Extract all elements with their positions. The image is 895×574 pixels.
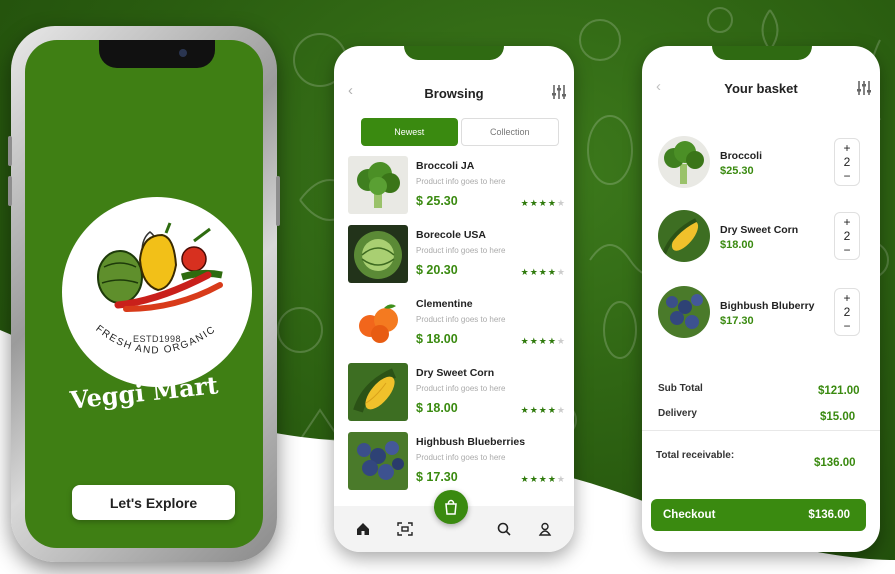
brand-logo: ESTD1998 FRESH AND ORGANIC: [62, 197, 252, 387]
browse-tabs: Newest Collection: [361, 118, 559, 146]
volume-button: [8, 136, 12, 166]
product-item[interactable]: Dry Sweet Corn Product info goes to here…: [348, 363, 568, 423]
corn-image: [348, 363, 408, 421]
filter-sliders-icon[interactable]: [551, 84, 567, 100]
rating-stars: ★★★★★: [520, 474, 566, 484]
subtotal-value: $121.00: [818, 385, 860, 397]
page-title: Browsing: [424, 86, 484, 101]
product-desc: Product info goes to here: [416, 453, 506, 462]
increment-button[interactable]: +: [843, 141, 850, 155]
product-item[interactable]: Highbush Blueberries Product info goes t…: [348, 432, 568, 492]
product-price: $ 18.00: [416, 332, 458, 346]
increment-button[interactable]: +: [843, 291, 850, 305]
item-price: $18.00: [720, 239, 754, 251]
basket-item: Bighbush Bluberry $17.30 + 2 −: [658, 286, 864, 338]
product-desc: Product info goes to here: [416, 177, 506, 186]
decrement-button[interactable]: −: [843, 243, 850, 257]
product-name: Borecole USA: [416, 229, 487, 241]
checkout-total: $136.00: [808, 509, 850, 521]
product-desc: Product info goes to here: [416, 315, 506, 324]
broccoli-image: [348, 156, 408, 214]
product-name: Broccoli JA: [416, 160, 475, 172]
product-price: $ 20.30: [416, 263, 458, 277]
phone-notch: [404, 46, 504, 60]
item-name: Dry Sweet Corn: [720, 224, 799, 236]
brand-tagline: FRESH AND ORGANIC: [93, 323, 218, 356]
rating-stars: ★★★★★: [520, 198, 566, 208]
lets-explore-button[interactable]: Let's Explore: [72, 485, 235, 520]
product-price: $ 18.00: [416, 401, 458, 415]
checkout-label: Checkout: [663, 509, 716, 521]
item-price: $25.30: [720, 165, 754, 177]
search-icon[interactable]: [495, 520, 513, 538]
quantity-stepper: + 2 −: [834, 212, 860, 260]
product-desc: Product info goes to here: [416, 384, 506, 393]
quantity-stepper: + 2 −: [834, 138, 860, 186]
shopping-bag-icon: [445, 499, 457, 515]
basket-item: Dry Sweet Corn $18.00 + 2 −: [658, 210, 864, 262]
quantity-value: 2: [843, 155, 851, 169]
product-desc: Product info goes to here: [416, 246, 506, 255]
basket-item: Broccoli $25.30 + 2 −: [658, 136, 864, 188]
rating-stars: ★★★★★: [520, 267, 566, 277]
item-name: Bighbush Bluberry: [720, 300, 815, 312]
splash-screen: ESTD1998 FRESH AND ORGANIC Veggi Mart Le…: [25, 40, 263, 548]
basket-phone: ‹ Your basket Broccoli $25.30 + 2 − Dry …: [642, 46, 880, 552]
clementine-image: [348, 294, 408, 352]
decrement-button[interactable]: −: [843, 319, 850, 333]
product-price: $ 17.30: [416, 470, 458, 484]
product-item[interactable]: Borecole USA Product info goes to here $…: [348, 225, 568, 285]
phone-notch: [99, 40, 215, 68]
profile-icon[interactable]: [536, 520, 554, 538]
product-list: Broccoli JA Product info goes to here $ …: [348, 156, 568, 501]
filter-sliders-icon[interactable]: [856, 80, 872, 96]
product-price: $ 25.30: [416, 194, 458, 208]
product-name: Clementine: [416, 298, 473, 310]
blueberries-image: [348, 432, 408, 490]
quantity-value: 2: [843, 229, 851, 243]
scan-icon[interactable]: [396, 520, 414, 538]
browsing-phone: ‹ Browsing Newest Collection Broccoli JA…: [334, 46, 574, 552]
tab-collection[interactable]: Collection: [460, 118, 559, 146]
delivery-value: $15.00: [820, 411, 856, 423]
volume-button: [8, 176, 12, 206]
quantity-stepper: + 2 −: [834, 288, 860, 336]
rating-stars: ★★★★★: [520, 336, 566, 346]
splash-phone: ESTD1998 FRESH AND ORGANIC Veggi Mart Le…: [8, 26, 280, 562]
broccoli-image: [658, 136, 710, 188]
camera-icon: [179, 49, 187, 57]
increment-button[interactable]: +: [843, 215, 850, 229]
checkout-button[interactable]: Checkout $136.00: [651, 499, 866, 531]
svg-text:FRESH AND ORGANIC: FRESH AND ORGANIC: [93, 323, 218, 356]
item-price: $17.30: [720, 315, 754, 327]
cabbage-image: [348, 225, 408, 283]
decrement-button[interactable]: −: [843, 169, 850, 183]
cart-button[interactable]: [434, 490, 468, 524]
phone-notch: [712, 46, 812, 60]
product-item[interactable]: Broccoli JA Product info goes to here $ …: [348, 156, 568, 216]
item-name: Broccoli: [720, 150, 763, 162]
quantity-value: 2: [843, 305, 851, 319]
tab-newest[interactable]: Newest: [361, 118, 458, 146]
product-item[interactable]: Clementine Product info goes to here $ 1…: [348, 294, 568, 354]
power-button: [276, 176, 280, 226]
blueberries-image: [658, 286, 710, 338]
rating-stars: ★★★★★: [520, 405, 566, 415]
product-name: Highbush Blueberries: [416, 436, 526, 448]
corn-image: [658, 210, 710, 262]
product-name: Dry Sweet Corn: [416, 367, 495, 379]
summary-divider: [642, 430, 880, 431]
home-icon[interactable]: [354, 520, 372, 538]
page-title: Your basket: [724, 81, 798, 96]
receivable-value: $136.00: [814, 457, 856, 469]
